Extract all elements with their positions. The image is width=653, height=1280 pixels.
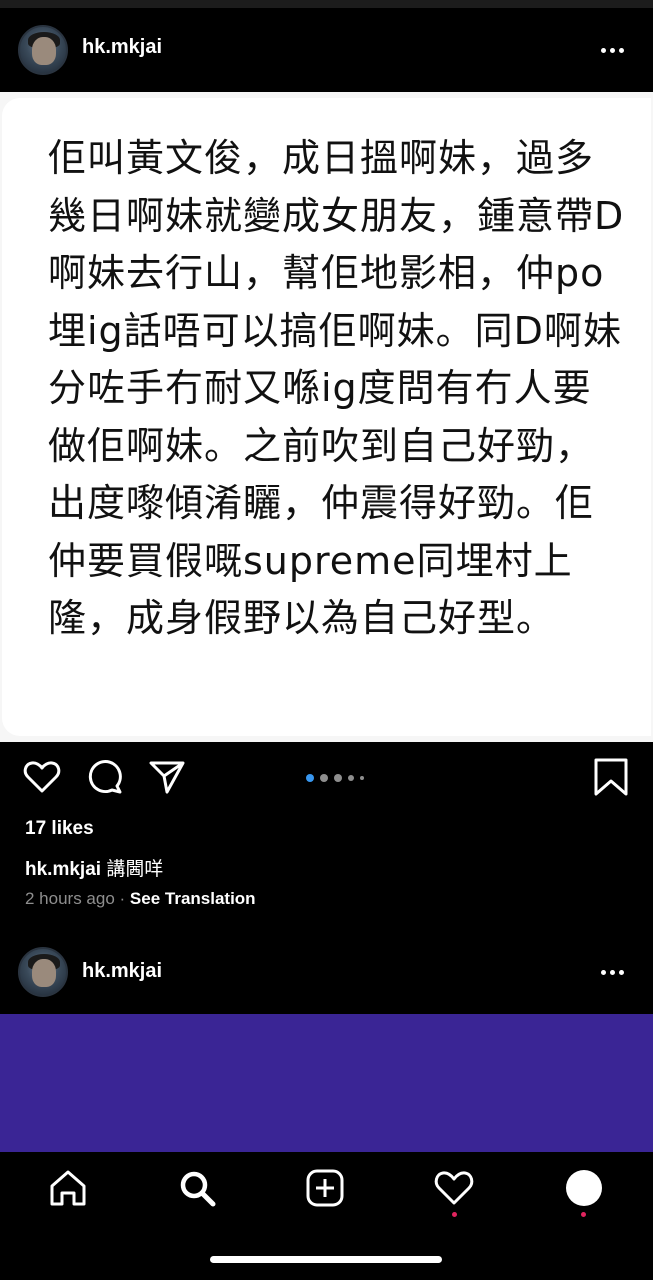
post-header: hk.mkjai [0, 12, 653, 92]
carousel-indicator [306, 774, 376, 784]
activity-notification-dot [452, 1212, 457, 1217]
send-icon[interactable] [146, 756, 188, 798]
heart-icon[interactable] [21, 756, 63, 798]
post-username[interactable]: hk.mkjai [82, 960, 162, 983]
more-icon[interactable] [601, 48, 629, 56]
caption-username[interactable]: hk.mkjai [25, 859, 101, 880]
caption: hk.mkjai 講閪咩 [25, 854, 163, 881]
post-time: 2 hours ago [25, 889, 115, 908]
avatar[interactable] [18, 947, 68, 997]
post-header-2: hk.mkjai [0, 934, 653, 1014]
home-icon[interactable] [46, 1166, 90, 1210]
post-image-text: 佢叫黃文俊，成日搵啊妹，過多幾日啊妹就變成女朋友，鍾意帶D啊妹去行山，幫佢地影相… [48, 136, 625, 640]
search-icon[interactable] [175, 1166, 219, 1210]
post-actions [0, 756, 653, 806]
bookmark-icon[interactable] [590, 756, 632, 798]
post-username[interactable]: hk.mkjai [82, 36, 162, 59]
see-translation-link[interactable]: See Translation [130, 889, 256, 908]
meta-separator: · [114, 889, 130, 908]
bottom-tab-bar [0, 1152, 653, 1280]
more-icon[interactable] [601, 970, 629, 978]
avatar[interactable] [18, 25, 68, 75]
add-post-icon[interactable] [303, 1166, 347, 1210]
post-image-2[interactable] [0, 1014, 653, 1152]
status-bar-strip [0, 0, 653, 8]
profile-notification-dot [581, 1212, 586, 1217]
post-image[interactable]: 佢叫黃文俊，成日搵啊妹，過多幾日啊妹就變成女朋友，鍾意帶D啊妹去行山，幫佢地影相… [0, 92, 653, 742]
likes-count[interactable]: 17 likes [25, 818, 94, 840]
text-card: 佢叫黃文俊，成日搵啊妹，過多幾日啊妹就變成女朋友，鍾意帶D啊妹去行山，幫佢地影相… [2, 98, 651, 736]
home-indicator [210, 1256, 442, 1263]
comment-icon[interactable] [84, 756, 126, 798]
profile-icon[interactable] [562, 1166, 606, 1210]
activity-heart-icon[interactable] [432, 1166, 476, 1210]
caption-text: 講閪咩 [106, 859, 164, 880]
post-meta: 2 hours ago · See Translation [25, 889, 256, 909]
